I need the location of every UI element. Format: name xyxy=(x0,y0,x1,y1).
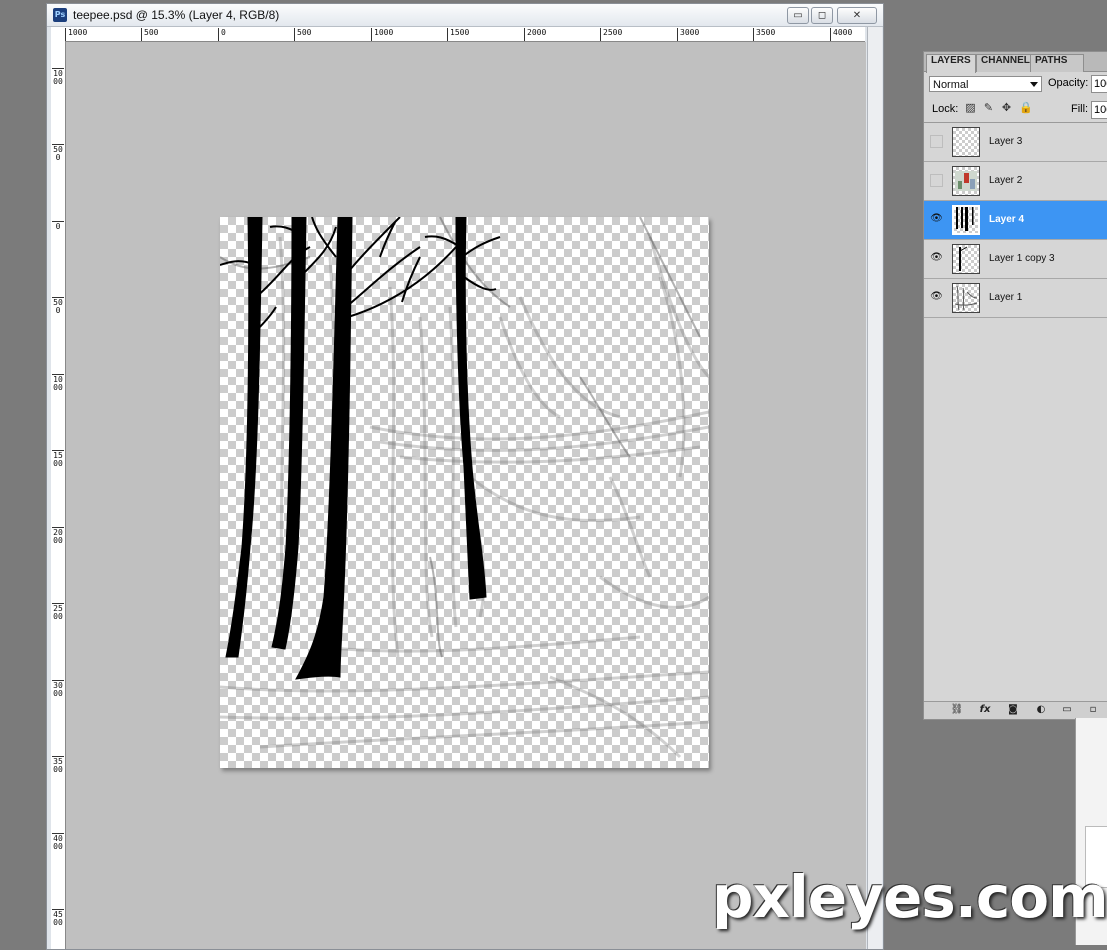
ruler-label: 3500 xyxy=(52,756,64,774)
mask-icon[interactable]: ◙ xyxy=(1006,704,1020,716)
ruler-label: 1000 xyxy=(371,28,393,41)
artwork-trees xyxy=(220,217,709,759)
link-icon[interactable]: ⛓ xyxy=(950,704,964,716)
photoshop-app-icon: Ps xyxy=(53,8,67,22)
fill-label: Fill: xyxy=(1071,103,1089,115)
lock-paint-brush-icon[interactable]: ✎ xyxy=(983,102,994,113)
panel-tab-bar: LAYERS CHANNELS PATHS xyxy=(924,52,1107,73)
group-icon[interactable]: ▭ xyxy=(1060,704,1074,716)
ruler-label: 1000 xyxy=(52,68,64,86)
ruler-label: 1000 xyxy=(52,374,64,392)
document-title: teepee.psd @ 15.3% (Layer 4, RGB/8) xyxy=(73,8,280,22)
layer-row[interactable]: Layer 3 xyxy=(924,123,1107,162)
tree-thumbnail-icon xyxy=(959,246,968,271)
ruler-label: 500 xyxy=(141,28,158,41)
ruler-label: 4000 xyxy=(52,833,64,851)
opacity-field[interactable]: 100% xyxy=(1091,75,1107,93)
ruler-label: 3000 xyxy=(52,680,64,698)
ruler-label: 1500 xyxy=(52,450,64,468)
eye-icon[interactable]: 👁 xyxy=(930,252,943,265)
visibility-toggle[interactable] xyxy=(930,174,943,187)
ruler-label: 0 xyxy=(52,221,64,231)
lock-all-icon[interactable]: 🔒 xyxy=(1019,102,1033,113)
blend-mode-dropdown[interactable]: Normal xyxy=(929,76,1042,92)
sketch-thumbnail-icon xyxy=(954,285,978,311)
layer-list: Layer 3 Layer 2 👁 Layer 4 👁 Layer 1 copy… xyxy=(924,122,1107,318)
ruler-origin[interactable] xyxy=(51,27,66,42)
layer-row[interactable]: Layer 2 xyxy=(924,162,1107,201)
document-window: Ps teepee.psd @ 15.3% (Layer 4, RGB/8) ▭… xyxy=(46,3,884,950)
layer-name: Layer 1 copy 3 xyxy=(989,253,1055,264)
ruler-label: 2500 xyxy=(52,603,64,621)
layer-thumbnail xyxy=(952,244,980,274)
layer-row-selected[interactable]: 👁 Layer 4 xyxy=(924,201,1107,240)
fx-icon[interactable]: fx xyxy=(978,704,992,716)
layer-thumbnail xyxy=(952,127,980,157)
ruler-label: 2000 xyxy=(52,527,64,545)
layer-row[interactable]: 👁 Layer 1 copy 3 xyxy=(924,240,1107,279)
adjustment-icon[interactable]: ◐ xyxy=(1034,704,1048,716)
document-canvas[interactable] xyxy=(220,217,709,768)
ruler-label: 2500 xyxy=(600,28,622,41)
ruler-label: 500 xyxy=(52,297,64,315)
layer-name: Layer 3 xyxy=(989,136,1023,147)
horizontal-ruler[interactable]: 1000 500 0 500 1000 1500 2000 2500 3000 … xyxy=(65,27,865,42)
layer-thumbnail xyxy=(952,283,980,313)
layer-name: Layer 1 xyxy=(989,292,1023,303)
visibility-toggle[interactable] xyxy=(930,135,943,148)
ruler-label: 4000 xyxy=(830,28,852,41)
opacity-label: Opacity: xyxy=(1048,77,1089,89)
vertical-scrollbar[interactable] xyxy=(867,27,882,949)
new-layer-icon[interactable]: ▫ xyxy=(1086,704,1100,716)
lock-transparency-icon[interactable]: ▨ xyxy=(965,102,976,113)
ruler-label: 1000 xyxy=(65,28,87,41)
lock-label: Lock: xyxy=(932,103,959,115)
vertical-ruler[interactable]: 1000 500 0 500 1000 1500 2000 2500 3000 … xyxy=(51,41,66,949)
ruler-label: 4500 xyxy=(52,909,64,927)
fill-field[interactable]: 100% xyxy=(1091,101,1107,119)
minimize-button[interactable]: ▭ xyxy=(787,7,809,24)
layer-thumbnail xyxy=(952,166,980,196)
ruler-label: 0 xyxy=(218,28,226,41)
photo-thumbnail-icon xyxy=(955,171,977,191)
maximize-button[interactable]: ◻ xyxy=(811,7,833,24)
blend-mode-value: Normal xyxy=(933,79,969,91)
tab-paths[interactable]: PATHS xyxy=(1030,54,1084,72)
canvas-workspace[interactable] xyxy=(66,42,866,949)
ruler-label: 3000 xyxy=(677,28,699,41)
watermark: pxleyes.com xyxy=(712,863,1107,931)
ruler-label: 1500 xyxy=(447,28,469,41)
layer-name: Layer 2 xyxy=(989,175,1023,186)
layer-row[interactable]: 👁 Layer 1 xyxy=(924,279,1107,318)
layers-panel-footer: ⛓ fx ◙ ◐ ▭ ▫ xyxy=(924,701,1107,719)
eye-icon[interactable]: 👁 xyxy=(930,291,943,304)
layer-name: Layer 4 xyxy=(989,214,1025,225)
tab-layers[interactable]: LAYERS xyxy=(926,54,976,73)
eye-icon[interactable]: 👁 xyxy=(930,213,943,226)
ruler-label: 500 xyxy=(52,144,64,162)
chevron-down-icon xyxy=(1030,82,1038,87)
close-button[interactable]: ✕ xyxy=(837,7,877,24)
lock-position-icon[interactable]: ✥ xyxy=(1001,102,1012,113)
ruler-label: 2000 xyxy=(524,28,546,41)
trees-thumbnail-icon xyxy=(956,207,974,231)
layers-panel: LAYERS CHANNELS PATHS Normal Opacity: 10… xyxy=(923,51,1107,720)
ruler-label: 500 xyxy=(294,28,311,41)
document-titlebar[interactable]: Ps teepee.psd @ 15.3% (Layer 4, RGB/8) ▭… xyxy=(47,4,883,27)
ruler-label: 3500 xyxy=(753,28,775,41)
layer-thumbnail xyxy=(952,205,980,235)
tab-channels[interactable]: CHANNELS xyxy=(976,54,1038,72)
